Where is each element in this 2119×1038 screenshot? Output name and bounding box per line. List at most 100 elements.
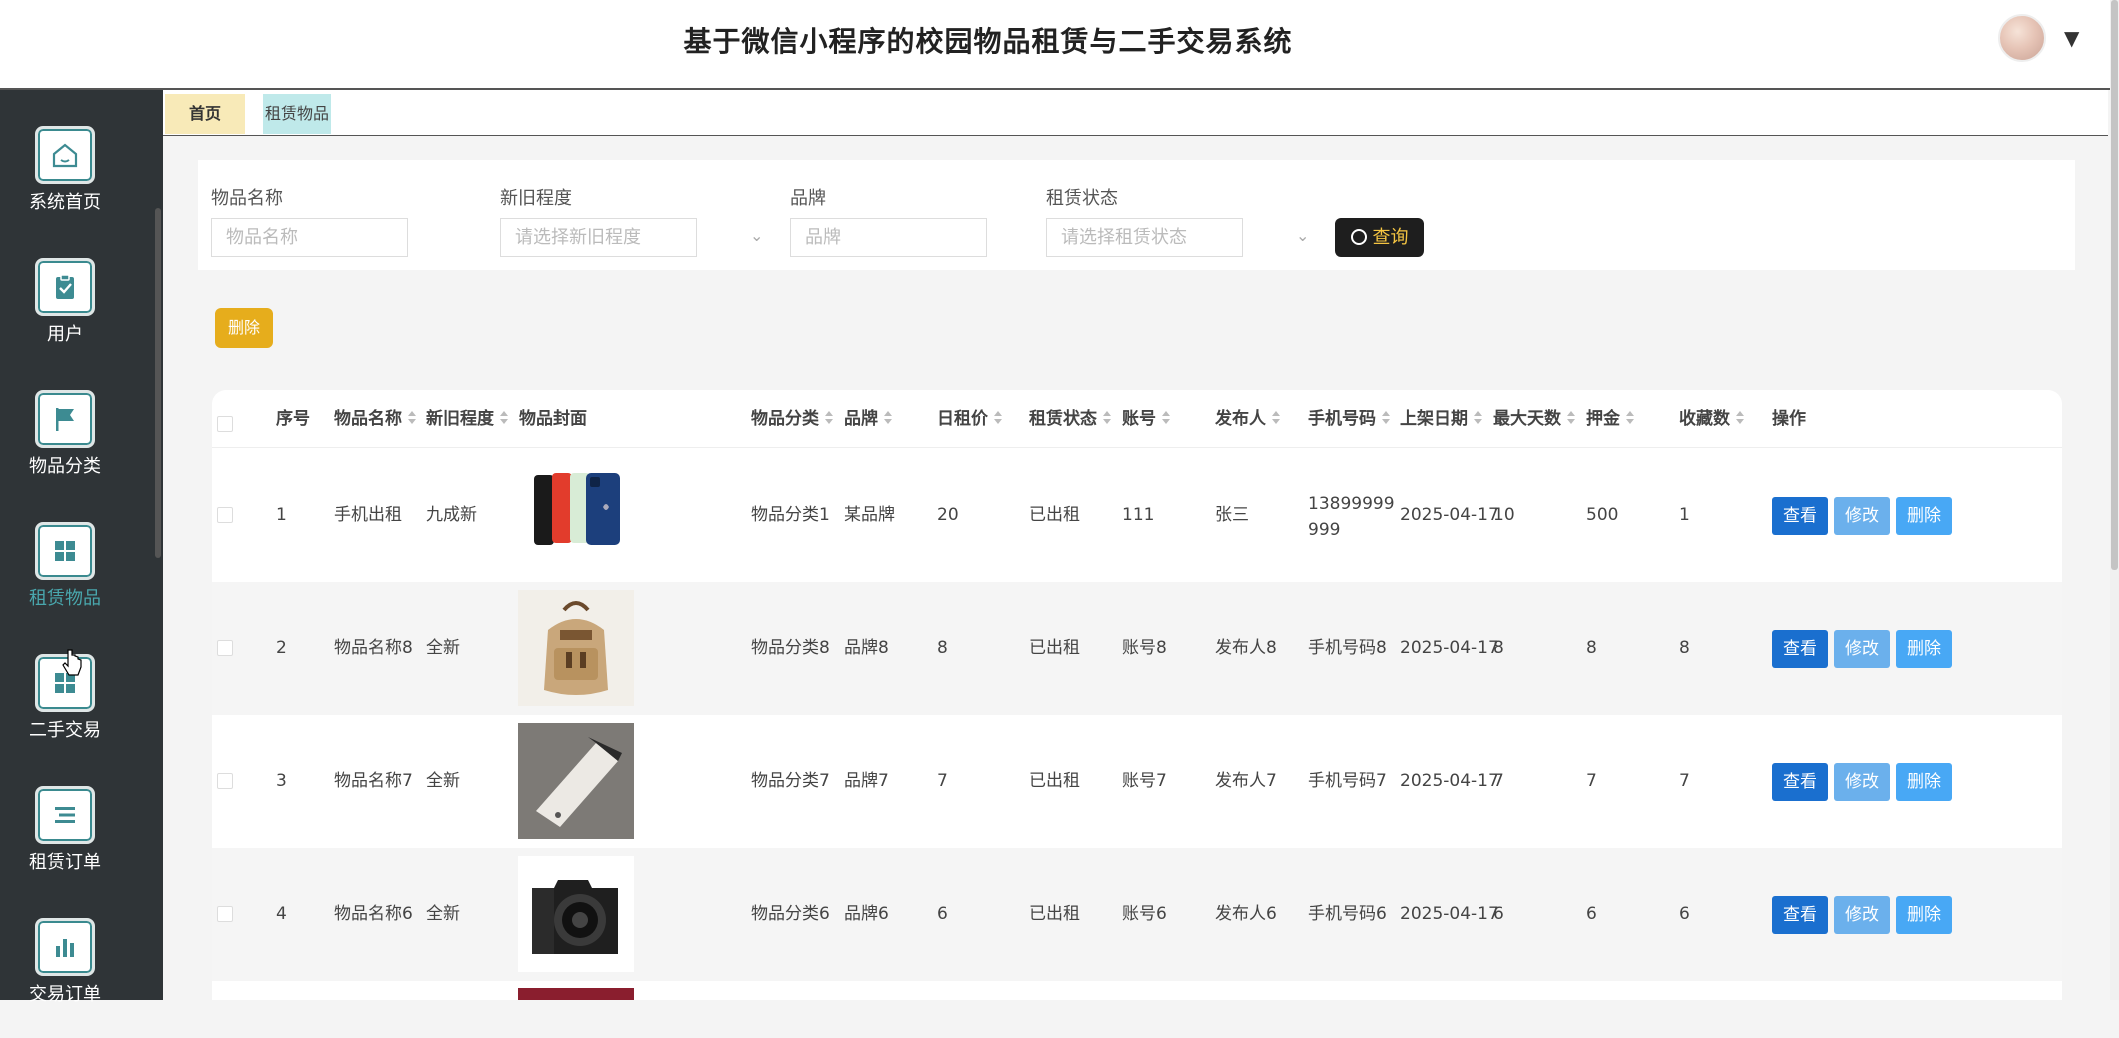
cell-phone: 手机号码7 [1308, 771, 1387, 791]
col-category[interactable]: 物品分类 [751, 390, 833, 448]
cell-phone: 手机号码6 [1308, 904, 1387, 924]
list-icon [35, 786, 95, 844]
col-phone[interactable]: 手机号码 [1308, 390, 1390, 448]
select-all-checkbox[interactable] [217, 416, 233, 432]
delete-button[interactable]: 删除 [1896, 630, 1952, 668]
cell-condition: 全新 [426, 771, 460, 791]
table-row: 4 物品名称6 全新 物品分类6 品牌6 6 已出租 账号6 发布人6 手机号码… [212, 848, 2062, 981]
filter-condition-select[interactable]: 请选择新旧程度 [500, 218, 697, 257]
bulk-delete-button[interactable]: 删除 [215, 308, 273, 348]
cell-deposit: 7 [1586, 771, 1597, 791]
col-name[interactable]: 物品名称 [334, 390, 416, 448]
page-scrollbar[interactable] [2110, 0, 2119, 1000]
delete-button[interactable]: 删除 [1896, 497, 1952, 535]
col-publisher[interactable]: 发布人 [1215, 390, 1280, 448]
filter-name-input[interactable]: 物品名称 [211, 218, 408, 257]
delete-button[interactable]: 删除 [1896, 896, 1952, 934]
cell-max-days: 6 [1493, 904, 1504, 924]
cell-deposit: 6 [1586, 904, 1597, 924]
col-brand[interactable]: 品牌 [844, 390, 892, 448]
cell-seq: 3 [276, 771, 287, 791]
col-status[interactable]: 租赁状态 [1029, 390, 1111, 448]
cell-phone: 13899999999 [1308, 494, 1395, 540]
sidebar-item-label: 物品分类 [29, 456, 101, 477]
chevron-down-icon: ⌄ [750, 226, 764, 245]
sort-icon [500, 411, 508, 425]
col-max-days[interactable]: 最大天数 [1493, 390, 1575, 448]
cell-name: 物品名称7 [334, 771, 413, 791]
query-button-label: 查询 [1372, 227, 1409, 248]
cell-category: 物品分类8 [751, 638, 830, 658]
tab-rental-items[interactable]: 租赁物品 [263, 94, 331, 134]
sidebar-item-home[interactable]: 系统首页 [0, 126, 130, 246]
col-daily-price[interactable]: 日租价 [937, 390, 1002, 448]
filter-name-label: 物品名称 [211, 188, 283, 209]
view-button[interactable]: 查看 [1772, 763, 1828, 801]
cell-daily-price: 7 [937, 771, 948, 791]
cell-status: 已出租 [1029, 638, 1080, 658]
cell-brand: 品牌6 [844, 904, 889, 924]
cell-daily-price: 20 [937, 505, 959, 525]
cell-deposit: 8 [1586, 638, 1597, 658]
cell-account: 账号6 [1122, 904, 1167, 924]
cell-account: 111 [1122, 505, 1155, 525]
sidebar-item-categories[interactable]: 物品分类 [0, 390, 130, 510]
edit-button[interactable]: 修改 [1834, 896, 1890, 934]
sidebar-item-label: 二手交易 [29, 720, 101, 741]
app-title: 基于微信小程序的校园物品租赁与二手交易系统 [683, 25, 1293, 58]
row-checkbox[interactable] [217, 640, 233, 656]
bar-chart-icon [35, 918, 95, 976]
filter-status-select[interactable]: 请选择租赁状态 [1046, 218, 1243, 257]
col-seq: 序号 [276, 409, 310, 429]
sidebar-scrollbar[interactable] [155, 208, 161, 558]
sidebar-item-trade-orders[interactable]: 交易订单 [0, 918, 130, 1038]
delete-button[interactable]: 删除 [1896, 763, 1952, 801]
row-image-partial [518, 988, 634, 1000]
phones-image [534, 473, 620, 545]
cell-name: 物品名称6 [334, 904, 413, 924]
table-row: 1 手机出租 九成新 物品分类1 某品牌 20 已出租 111 张三 13899… [212, 449, 2062, 582]
sidebar-item-users[interactable]: 用户 [0, 258, 130, 378]
cell-name: 手机出租 [334, 505, 402, 525]
cell-deposit: 500 [1586, 505, 1619, 525]
sidebar-item-label: 租赁订单 [29, 852, 101, 873]
cell-status: 已出租 [1029, 505, 1080, 525]
filter-brand-input[interactable]: 品牌 [790, 218, 987, 257]
cell-name: 物品名称8 [334, 638, 413, 658]
cell-seq: 1 [276, 505, 287, 525]
cell-date: 2025-04-17 [1400, 771, 1499, 791]
col-cover: 物品封面 [519, 409, 587, 429]
view-button[interactable]: 查看 [1772, 630, 1828, 668]
page-scrollbar-thumb[interactable] [2111, 0, 2118, 570]
col-account[interactable]: 账号 [1122, 390, 1170, 448]
camera-image [518, 856, 634, 972]
row-checkbox[interactable] [217, 906, 233, 922]
sidebar-item-rental-orders[interactable]: 租赁订单 [0, 786, 130, 906]
filter-condition-label: 新旧程度 [500, 188, 572, 209]
cell-max-days: 10 [1493, 505, 1515, 525]
col-favorites[interactable]: 收藏数 [1679, 390, 1744, 448]
col-deposit[interactable]: 押金 [1586, 390, 1634, 448]
edit-button[interactable]: 修改 [1834, 630, 1890, 668]
cell-date: 2025-04-17 [1400, 638, 1499, 658]
col-condition[interactable]: 新旧程度 [426, 390, 508, 448]
top-bar: 基于微信小程序的校园物品租赁与二手交易系统 ▼ [0, 0, 2119, 90]
cell-seq: 4 [276, 904, 287, 924]
sidebar-item-rental-items[interactable]: 租赁物品 [0, 522, 130, 642]
col-date[interactable]: 上架日期 [1400, 390, 1482, 448]
chevron-down-icon[interactable]: ▼ [2064, 26, 2079, 50]
sidebar-item-label: 系统首页 [29, 192, 101, 213]
view-button[interactable]: 查看 [1772, 497, 1828, 535]
home-icon [35, 126, 95, 184]
cell-phone: 手机号码8 [1308, 638, 1387, 658]
row-checkbox[interactable] [217, 507, 233, 523]
query-button[interactable]: 查询 [1335, 218, 1424, 257]
sidebar-item-label: 交易订单 [29, 984, 101, 1005]
cell-max-days: 8 [1493, 638, 1504, 658]
row-checkbox[interactable] [217, 773, 233, 789]
view-button[interactable]: 查看 [1772, 896, 1828, 934]
edit-button[interactable]: 修改 [1834, 763, 1890, 801]
tab-home[interactable]: 首页 [165, 94, 245, 134]
edit-button[interactable]: 修改 [1834, 497, 1890, 535]
user-avatar[interactable] [1998, 14, 2046, 62]
